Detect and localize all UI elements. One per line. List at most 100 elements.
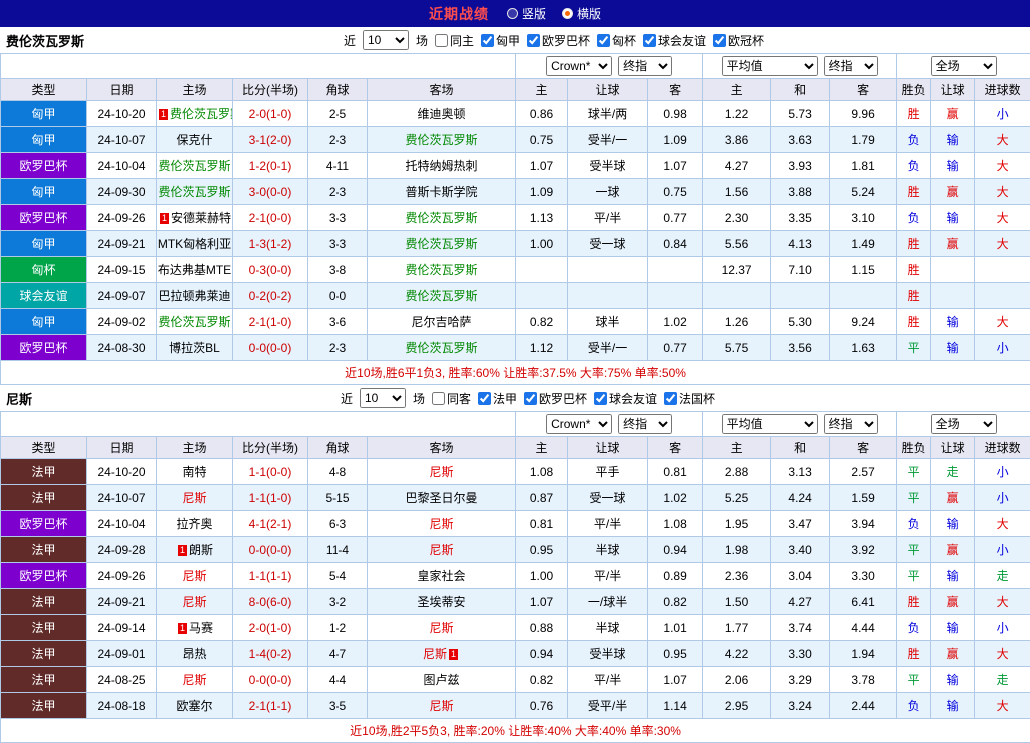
result-handicap: 赢 bbox=[931, 485, 975, 511]
team-label: 尼斯 bbox=[430, 543, 454, 557]
red-card-badge: 1 bbox=[159, 109, 168, 120]
away-team-cell: 图卢兹 bbox=[368, 667, 516, 693]
odds-home: 1.07 bbox=[516, 153, 568, 179]
match-rows: 匈甲24-10-201费伦茨瓦罗斯2-0(1-0)2-5维迪奥顿0.86球半/两… bbox=[1, 101, 1030, 361]
match-row: 欧罗巴杯24-09-261安德莱赫特2-1(0-0)3-3费伦茨瓦罗斯1.13平… bbox=[1, 205, 1030, 231]
match-row: 欧罗巴杯24-09-26尼斯1-1(1-1)5-4皇家社会1.00平/半0.89… bbox=[1, 563, 1030, 589]
odds-handicap: 受一球 bbox=[568, 485, 648, 511]
league-checkbox[interactable] bbox=[478, 392, 491, 405]
result-handicap: 输 bbox=[931, 511, 975, 537]
scope-select[interactable]: 全场 bbox=[931, 414, 997, 434]
column-header: 让球 bbox=[931, 437, 975, 459]
avg-draw: 3.24 bbox=[771, 693, 830, 719]
average-final-select[interactable]: 终指 bbox=[824, 414, 878, 434]
league-filter[interactable]: 法甲 bbox=[478, 390, 517, 407]
match-score: 2-1(0-0) bbox=[233, 205, 308, 231]
league-filter[interactable]: 法国杯 bbox=[664, 390, 715, 407]
odds-company-select[interactable]: Crown* bbox=[546, 414, 612, 434]
column-header: 客场 bbox=[368, 79, 516, 101]
average-select[interactable]: 平均值 bbox=[722, 56, 818, 76]
team-label: 尼斯 bbox=[430, 517, 454, 531]
result-win-loss: 胜 bbox=[897, 179, 931, 205]
match-count-select[interactable]: 10 bbox=[360, 388, 406, 408]
avg-away: 1.79 bbox=[830, 127, 897, 153]
league-filter[interactable]: 球会友谊 bbox=[643, 32, 706, 49]
column-header: 主 bbox=[703, 79, 771, 101]
odds-final-select[interactable]: 终指 bbox=[618, 56, 672, 76]
odds-away: 1.07 bbox=[648, 667, 703, 693]
same-venue-filter[interactable]: 同客 bbox=[432, 390, 471, 407]
league-checkbox[interactable] bbox=[597, 34, 610, 47]
odds-away: 0.81 bbox=[648, 459, 703, 485]
result-handicap: 输 bbox=[931, 693, 975, 719]
scope-select[interactable]: 全场 bbox=[931, 56, 997, 76]
league-checkbox[interactable] bbox=[594, 392, 607, 405]
matches-label: 场 bbox=[416, 32, 428, 49]
match-date: 24-10-07 bbox=[87, 485, 157, 511]
league-badge: 球会友谊 bbox=[1, 283, 87, 309]
league-filter[interactable]: 欧罗巴杯 bbox=[524, 390, 587, 407]
league-checkbox[interactable] bbox=[643, 34, 656, 47]
column-header: 主场 bbox=[157, 79, 233, 101]
league-filter[interactable]: 欧罗巴杯 bbox=[527, 32, 590, 49]
league-checkbox[interactable] bbox=[713, 34, 726, 47]
average-final-select[interactable]: 终指 bbox=[824, 56, 878, 76]
team-label: 费伦茨瓦罗斯 bbox=[170, 107, 232, 121]
avg-away: 2.57 bbox=[830, 459, 897, 485]
view-option-2[interactable]: 横版 bbox=[562, 5, 601, 22]
match-date: 24-10-20 bbox=[87, 101, 157, 127]
result-handicap: 赢 bbox=[931, 101, 975, 127]
result-goals: 大 bbox=[975, 127, 1030, 153]
result-handicap: 输 bbox=[931, 563, 975, 589]
same-venue-filter[interactable]: 同主 bbox=[435, 32, 474, 49]
home-team-cell: MTK匈格利亚 bbox=[157, 231, 233, 257]
same-venue-checkbox[interactable] bbox=[432, 392, 445, 405]
avg-away: 1.81 bbox=[830, 153, 897, 179]
column-header: 进球数 bbox=[975, 437, 1030, 459]
avg-away: 1.63 bbox=[830, 335, 897, 361]
match-score: 3-1(2-0) bbox=[233, 127, 308, 153]
team-label: 费伦茨瓦罗斯 bbox=[406, 237, 478, 251]
league-checkbox[interactable] bbox=[524, 392, 537, 405]
league-filter-label: 匈甲 bbox=[496, 32, 520, 49]
avg-draw bbox=[771, 283, 830, 309]
league-filter[interactable]: 匈甲 bbox=[481, 32, 520, 49]
match-date: 24-08-30 bbox=[87, 335, 157, 361]
odds-home: 1.08 bbox=[516, 459, 568, 485]
match-row: 欧罗巴杯24-10-04拉齐奥4-1(2-1)6-3尼斯0.81平/半1.081… bbox=[1, 511, 1030, 537]
average-select[interactable]: 平均值 bbox=[722, 414, 818, 434]
corner-count: 0-0 bbox=[308, 283, 368, 309]
same-venue-checkbox[interactable] bbox=[435, 34, 448, 47]
team-label: 图卢兹 bbox=[424, 673, 460, 687]
match-row: 匈甲24-10-201费伦茨瓦罗斯2-0(1-0)2-5维迪奥顿0.86球半/两… bbox=[1, 101, 1030, 127]
corner-count: 5-4 bbox=[308, 563, 368, 589]
column-header: 主场 bbox=[157, 437, 233, 459]
league-filter[interactable]: 球会友谊 bbox=[594, 390, 657, 407]
team-label: 巴拉顿弗莱迪 bbox=[158, 289, 230, 303]
radio-icon bbox=[507, 8, 518, 19]
league-badge: 匈甲 bbox=[1, 101, 87, 127]
league-filter[interactable]: 匈杯 bbox=[597, 32, 636, 49]
odds-company-select[interactable]: Crown* bbox=[546, 56, 612, 76]
avg-draw: 3.74 bbox=[771, 615, 830, 641]
result-handicap: 赢 bbox=[931, 589, 975, 615]
odds-away: 0.75 bbox=[648, 179, 703, 205]
team-label: 保克什 bbox=[176, 133, 212, 147]
view-option-1[interactable]: 竖版 bbox=[507, 5, 546, 22]
odds-final-select[interactable]: 终指 bbox=[618, 414, 672, 434]
match-score: 1-1(1-1) bbox=[233, 563, 308, 589]
league-checkbox[interactable] bbox=[481, 34, 494, 47]
corner-count: 4-4 bbox=[308, 667, 368, 693]
avg-away: 6.41 bbox=[830, 589, 897, 615]
column-header: 让球 bbox=[931, 79, 975, 101]
away-team-cell: 尼斯 bbox=[368, 615, 516, 641]
league-filter-label: 欧罗巴杯 bbox=[542, 32, 590, 49]
team-label: 朗斯 bbox=[189, 543, 213, 557]
home-team-cell: 保克什 bbox=[157, 127, 233, 153]
league-checkbox[interactable] bbox=[664, 392, 677, 405]
league-filter[interactable]: 欧冠杯 bbox=[713, 32, 764, 49]
league-checkbox[interactable] bbox=[527, 34, 540, 47]
column-header: 客 bbox=[830, 437, 897, 459]
match-count-select[interactable]: 10 bbox=[363, 30, 409, 50]
corner-count: 4-7 bbox=[308, 641, 368, 667]
